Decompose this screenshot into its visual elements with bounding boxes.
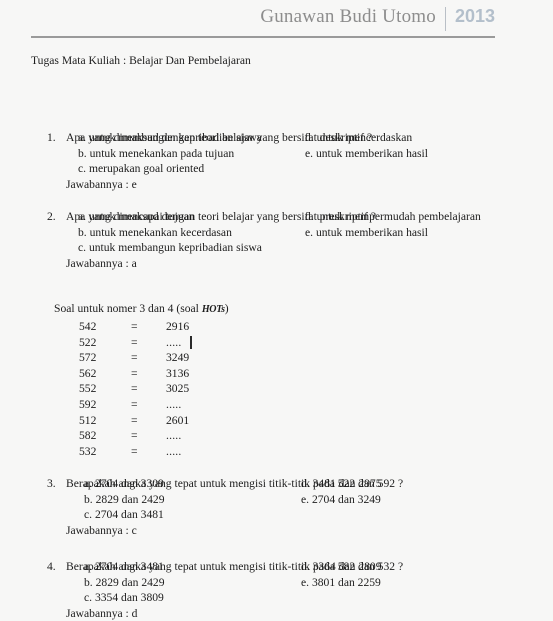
- table-cell-right: .....: [166, 397, 182, 411]
- option-e-q3: e. 2704 dan 3249: [301, 492, 381, 506]
- option-a-q1: a. untuk membangun kepribadian siswa: [78, 131, 262, 144]
- table-cell-left: 562: [79, 366, 97, 380]
- option-d-q3: d. 3481 dan 2975: [301, 477, 382, 490]
- table-row: 532 = .....: [0, 444, 553, 460]
- table-row: 572 = 3249: [0, 350, 553, 366]
- table-row: 522 = .....: [0, 335, 553, 351]
- option-row: c. untuk membangun kepribadian siswa: [0, 240, 553, 256]
- table-cell-equals: =: [131, 335, 138, 349]
- option-b-q1: b. untuk menekankan pada tujuan: [78, 146, 235, 160]
- table-cell-left: 532: [79, 444, 97, 458]
- answer-q2: Jawabannya : a: [66, 256, 137, 270]
- table-cell-left: 582: [79, 429, 97, 443]
- answer-row: Jawabannya : c: [0, 523, 553, 539]
- text-cursor-caret: [190, 336, 192, 349]
- option-e-q4: e. 3801 dan 2259: [301, 575, 381, 589]
- site-header: Gunawan Budi Utomo 2013: [0, 0, 553, 44]
- option-a-q2: a. untuk mencapai tujuan: [78, 210, 195, 223]
- table-cell-equals: =: [131, 413, 138, 427]
- soal-heading-suffix: ): [224, 302, 229, 315]
- table-cell-right: 3249: [166, 351, 190, 365]
- table-cell-equals: =: [131, 397, 138, 411]
- page-title: Gunawan Budi Utomo: [260, 6, 436, 27]
- question-block-4: 4. Berapakah angka yang tepat untuk meng…: [0, 559, 553, 621]
- soal-heading: Soal untuk nomer 3 dan 4 (soal HOTs): [54, 301, 229, 318]
- soal-heading-hots-label: HOTs: [201, 304, 225, 315]
- option-row: c. merupakan goal oriented: [0, 161, 553, 177]
- option-c-q2: c. untuk membangun kepribadian siswa: [78, 241, 262, 255]
- question-block-1: 1. Apa yang dimaksud dengan teori belaja…: [0, 130, 553, 192]
- option-e-q2: e. untuk memberikan hasil: [305, 225, 428, 239]
- option-a-q4: a. 2704 dan 3481: [84, 560, 164, 573]
- option-row: b. 2829 dan 2429 e. 3801 dan 2259: [0, 575, 553, 591]
- option-d-q1: d. untuk mencerdaskan: [305, 131, 413, 144]
- table-cell-left: 542: [79, 320, 97, 333]
- option-row: a. untuk mencapai tujuan d. untuk memper…: [0, 209, 553, 225]
- table-row: 512 = 2601: [0, 413, 553, 429]
- table-cell-left: 552: [79, 382, 97, 396]
- table-cell-equals: =: [131, 382, 138, 396]
- table-cell-equals: =: [131, 351, 138, 365]
- table-cell-right: .....: [166, 335, 182, 349]
- option-b-q4: b. 2829 dan 2429: [84, 575, 165, 589]
- answer-row: Jawabannya : d: [0, 606, 553, 621]
- option-b-q2: b. untuk menekankan kecerdasan: [78, 225, 232, 239]
- option-c-q4: c. 3354 dan 3809: [84, 591, 164, 605]
- table-row: 562 = 3136: [0, 366, 553, 382]
- page-year: 2013: [454, 6, 495, 26]
- table-row: 582 = .....: [0, 428, 553, 444]
- table-cell-equals: =: [131, 444, 138, 458]
- question-block-3: 3. Berapakah angka yang tepat untuk meng…: [0, 476, 553, 538]
- table-row: 542 = 2916: [0, 319, 553, 335]
- table-row: 592 = .....: [0, 397, 553, 413]
- header-horizontal-rule: [31, 36, 495, 38]
- table-cell-left: 512: [79, 413, 97, 427]
- option-c-q3: c. 2704 dan 3481: [84, 508, 164, 522]
- option-row: a. untuk membangun kepribadian siswa d. …: [0, 130, 553, 146]
- option-row: b. 2829 dan 2429 e. 2704 dan 3249: [0, 492, 553, 508]
- option-row: a. 2704 dan 3481 d. 3364 dan 2809: [0, 559, 553, 575]
- table-cell-equals: =: [131, 366, 138, 380]
- option-row: b. untuk menekankan pada tujuan e. untuk…: [0, 146, 553, 162]
- table-cell-equals: =: [131, 429, 138, 443]
- option-a-q3: a. 2704 dan 3309: [84, 477, 164, 490]
- soal-heading-prefix: Soal untuk nomer 3 dan 4 (soal: [54, 302, 202, 315]
- option-d-q2: d. untuk mempermudah pembelajaran: [305, 210, 481, 223]
- table-row: 552 = 3025: [0, 381, 553, 397]
- option-row: b. untuk menekankan kecerdasan e. untuk …: [0, 225, 553, 241]
- table-cell-right: 3136: [166, 366, 190, 380]
- option-e-q1: e. untuk memberikan hasil: [305, 146, 428, 160]
- subject-line: Tugas Mata Kuliah : Belajar Dan Pembelaj…: [31, 54, 251, 67]
- table-cell-right: .....: [166, 429, 182, 443]
- answer-row: Jawabannya : a: [0, 256, 553, 272]
- option-c-q1: c. merupakan goal oriented: [78, 162, 205, 176]
- answer-q3: Jawabannya : c: [66, 523, 137, 537]
- table-cell-right: 2916: [166, 320, 190, 333]
- answer-row: Jawabannya : e: [0, 177, 553, 193]
- option-row: a. 2704 dan 3309 d. 3481 dan 2975: [0, 476, 553, 492]
- table-cell-left: 522: [79, 335, 97, 349]
- option-d-q4: d. 3364 dan 2809: [301, 560, 382, 573]
- answer-q1: Jawabannya : e: [66, 177, 137, 191]
- table-cell-left: 592: [79, 397, 97, 411]
- option-row: c. 3354 dan 3809: [0, 590, 553, 606]
- question-block-2: 2. Apa yang dimaksud dengan teori belaja…: [0, 209, 553, 271]
- table-cell-equals: =: [131, 320, 138, 333]
- option-b-q3: b. 2829 dan 2429: [84, 492, 165, 506]
- table-cell-left: 572: [79, 351, 97, 365]
- table-cell-right: 3025: [166, 382, 190, 396]
- table-cell-right: .....: [166, 444, 182, 458]
- answer-q4: Jawabannya : d: [66, 606, 138, 620]
- option-row: c. 2704 dan 3481: [0, 507, 553, 523]
- header-title-group: Gunawan Budi Utomo 2013: [260, 6, 495, 31]
- number-equation-table: 542 = 2916 522 = ..... 572 = 3249 562 = …: [0, 319, 553, 459]
- table-cell-right: 2601: [166, 413, 190, 427]
